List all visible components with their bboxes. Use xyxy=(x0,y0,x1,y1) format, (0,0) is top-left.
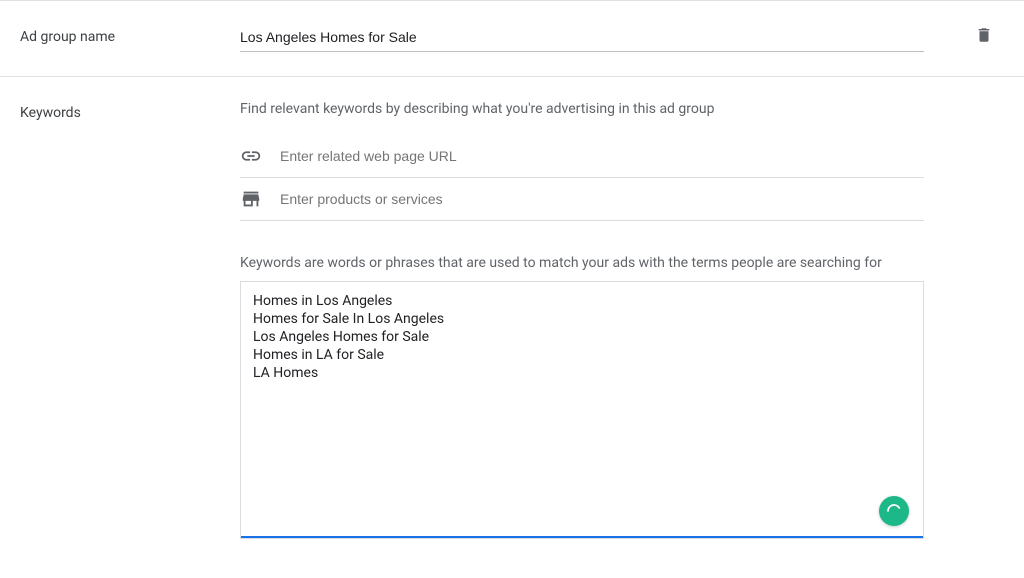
ad-group-name-section: Ad group name xyxy=(0,1,1024,77)
keywords-textarea-container xyxy=(240,281,924,539)
keywords-section: Keywords Find relevant keywords by descr… xyxy=(0,77,1024,563)
products-input[interactable] xyxy=(280,191,924,207)
store-icon xyxy=(240,188,262,210)
keywords-info-text: Keywords are words or phrases that are u… xyxy=(240,255,924,271)
refresh-fab-button[interactable] xyxy=(879,496,909,526)
link-icon xyxy=(240,145,262,167)
textarea-focus-underline xyxy=(241,536,923,538)
ad-group-name-input[interactable] xyxy=(240,25,924,52)
keywords-textarea[interactable] xyxy=(253,292,911,536)
products-input-row[interactable] xyxy=(240,178,924,221)
ad-group-name-label: Ad group name xyxy=(20,25,240,45)
trash-icon[interactable] xyxy=(975,25,993,45)
refresh-icon xyxy=(885,502,903,520)
keywords-label: Keywords xyxy=(20,101,240,539)
url-input-row[interactable] xyxy=(240,135,924,178)
keywords-helper-text: Find relevant keywords by describing wha… xyxy=(240,101,924,117)
url-input[interactable] xyxy=(280,148,924,164)
